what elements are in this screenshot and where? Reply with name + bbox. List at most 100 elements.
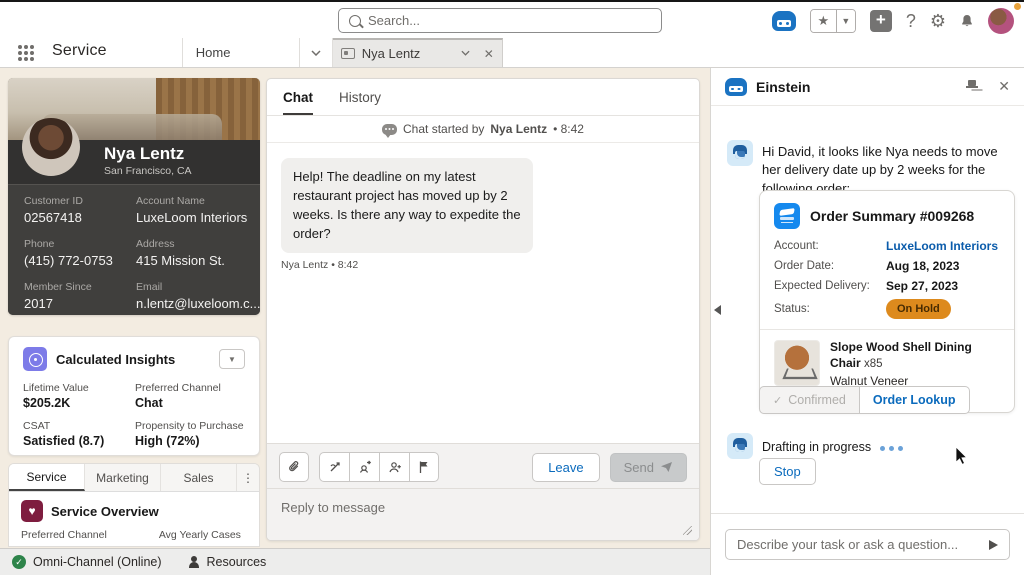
tab-sales[interactable]: Sales bbox=[161, 464, 237, 491]
chat-message-area: Help! The deadline on my latest restaura… bbox=[267, 143, 699, 443]
insight-lifetime-value: Lifetime Value $205.2K bbox=[23, 382, 135, 410]
resources-utility[interactable]: Resources bbox=[188, 555, 267, 569]
chat-started-time: • 8:42 bbox=[553, 122, 584, 136]
customer-profile-card: Nya Lentz San Francisco, CA Customer ID … bbox=[8, 78, 260, 315]
customer-avatar bbox=[22, 118, 80, 176]
user-avatar[interactable] bbox=[988, 8, 1014, 34]
favorite-dropdown-icon[interactable]: ▼ bbox=[836, 10, 855, 32]
customer-message-meta: Nya Lentz • 8:42 bbox=[281, 259, 685, 271]
attach-file-button[interactable] bbox=[279, 452, 309, 482]
insight-preferred-channel: Preferred Channel Chat bbox=[135, 382, 245, 410]
quick-text-button[interactable] bbox=[319, 452, 349, 482]
product-qty: x85 bbox=[864, 358, 883, 370]
customer-location: San Francisco, CA bbox=[104, 165, 192, 177]
drafting-ellipsis bbox=[880, 438, 907, 456]
customer-message-bubble: Help! The deadline on my latest restaura… bbox=[281, 158, 533, 253]
pin-icon[interactable] bbox=[965, 79, 979, 95]
online-status-icon: ✓ bbox=[12, 555, 26, 569]
record-tab-close-icon[interactable]: ✕ bbox=[484, 47, 494, 61]
chat-panel: Chat History Chat started by Nya Lentz •… bbox=[266, 78, 700, 541]
search-icon bbox=[349, 15, 361, 27]
service-overview-title: Service Overview bbox=[51, 504, 159, 519]
service-heart-icon: ♥ bbox=[21, 500, 43, 522]
help-icon[interactable]: ? bbox=[906, 11, 916, 32]
insights-dropdown-button[interactable]: ▼ bbox=[219, 349, 245, 369]
global-search-input[interactable]: Search... bbox=[338, 8, 662, 33]
insight-propensity: Propensity to Purchase High (72%) bbox=[135, 420, 245, 448]
chat-toolbar: Leave Send bbox=[267, 444, 699, 488]
tab-marketing[interactable]: Marketing bbox=[85, 464, 161, 491]
panel-collapse-icon[interactable] bbox=[714, 305, 721, 315]
nav-divider bbox=[107, 38, 183, 67]
einstein-close-icon[interactable]: ✕ bbox=[998, 78, 1010, 95]
check-icon: ✓ bbox=[773, 394, 782, 407]
add-person-button[interactable] bbox=[379, 452, 409, 482]
console-nav-bar: Service Home Nya Lentz ✕ bbox=[0, 38, 1024, 68]
transfer-chat-button[interactable] bbox=[349, 452, 379, 482]
favorite-star-icon[interactable]: ★ bbox=[811, 10, 836, 32]
confirmed-button[interactable]: ✓ Confirmed bbox=[759, 386, 860, 414]
einstein-header-icon[interactable] bbox=[772, 11, 796, 31]
home-tab-dropdown-icon[interactable] bbox=[300, 38, 333, 67]
app-launcher-icon[interactable] bbox=[18, 45, 34, 61]
drafting-label: Drafting in progress bbox=[762, 440, 871, 454]
chat-bubble-icon bbox=[382, 124, 397, 135]
tab-home[interactable]: Home bbox=[183, 38, 300, 67]
customer-name: Nya Lentz bbox=[104, 144, 184, 164]
einstein-avatar-icon bbox=[727, 140, 753, 166]
stop-button[interactable]: Stop bbox=[759, 458, 816, 485]
reply-placeholder: Reply to message bbox=[281, 500, 385, 515]
global-header: Search... ★ ▼ + ? ⚙ bbox=[0, 2, 1024, 38]
tab-nya-lentz[interactable]: Nya Lentz ✕ bbox=[333, 38, 503, 67]
field-customer-id: Customer ID 02567418 bbox=[24, 195, 136, 229]
app-name[interactable]: Service bbox=[52, 42, 107, 67]
calculated-insights-card: Calculated Insights ▼ Lifetime Value $20… bbox=[8, 336, 260, 456]
contact-card-icon bbox=[341, 48, 355, 59]
field-phone: Phone (415) 772-0753 bbox=[24, 238, 136, 272]
insights-icon bbox=[23, 347, 47, 371]
chat-started-prefix: Chat started by bbox=[403, 122, 484, 136]
tab-chat[interactable]: Chat bbox=[283, 79, 313, 115]
resources-person-icon bbox=[188, 556, 200, 568]
account-link[interactable]: LuxeLoom Interiors bbox=[886, 239, 998, 253]
product-name: Slope Wood Shell Dining Chair bbox=[830, 340, 972, 370]
order-summary-card: Order Summary #009268 Account: LuxeLoom … bbox=[759, 190, 1015, 413]
prompt-send-icon[interactable] bbox=[989, 540, 998, 550]
order-row-order-date: Order Date: Aug 18, 2023 bbox=[774, 259, 1000, 273]
order-row-status: Status: On Hold bbox=[774, 299, 1000, 319]
reply-message-input[interactable]: Reply to message bbox=[267, 488, 699, 540]
einstein-panel-icon bbox=[725, 78, 747, 96]
einstein-prompt-placeholder: Describe your task or ask a question... bbox=[737, 537, 958, 552]
tab-service[interactable]: Service bbox=[9, 464, 85, 491]
order-row-expected-delivery: Expected Delivery: Sep 27, 2023 bbox=[774, 279, 1000, 293]
einstein-prompt-input[interactable]: Describe your task or ask a question... bbox=[725, 529, 1010, 560]
mouse-cursor bbox=[955, 446, 969, 466]
tab-history[interactable]: History bbox=[339, 79, 381, 115]
notification-dot bbox=[1014, 3, 1021, 10]
einstein-avatar-icon bbox=[727, 433, 753, 459]
overview-more-icon[interactable]: ⋮ bbox=[237, 464, 259, 491]
chat-started-name: Nya Lentz bbox=[490, 122, 547, 136]
leave-button[interactable]: Leave bbox=[532, 453, 599, 482]
record-tab-label: Nya Lentz bbox=[362, 46, 421, 61]
favorites-control[interactable]: ★ ▼ bbox=[810, 9, 856, 33]
insights-title: Calculated Insights bbox=[56, 352, 210, 367]
order-layers-icon bbox=[774, 203, 800, 229]
einstein-panel-title: Einstein bbox=[756, 79, 956, 95]
product-thumbnail bbox=[774, 340, 820, 386]
order-lookup-button[interactable]: Order Lookup bbox=[860, 386, 970, 414]
quick-create-icon[interactable]: + bbox=[870, 10, 892, 32]
resize-handle[interactable] bbox=[683, 526, 692, 535]
overview-col-preferred-channel: Preferred Channel bbox=[21, 529, 107, 541]
insight-csat: CSAT Satisfied (8.7) bbox=[23, 420, 135, 448]
record-tab-dropdown-icon[interactable] bbox=[461, 48, 470, 59]
field-address: Address 415 Mission St. bbox=[136, 238, 260, 272]
order-row-account: Account: LuxeLoom Interiors bbox=[774, 239, 1000, 253]
flag-button[interactable] bbox=[409, 452, 439, 482]
notifications-bell-icon[interactable] bbox=[960, 14, 974, 28]
status-badge: On Hold bbox=[886, 299, 951, 319]
chat-started-row: Chat started by Nya Lentz • 8:42 bbox=[267, 116, 699, 143]
omni-channel-utility[interactable]: ✓ Omni-Channel (Online) bbox=[12, 555, 162, 569]
send-button[interactable]: Send bbox=[610, 453, 687, 482]
setup-gear-icon[interactable]: ⚙ bbox=[930, 11, 946, 32]
